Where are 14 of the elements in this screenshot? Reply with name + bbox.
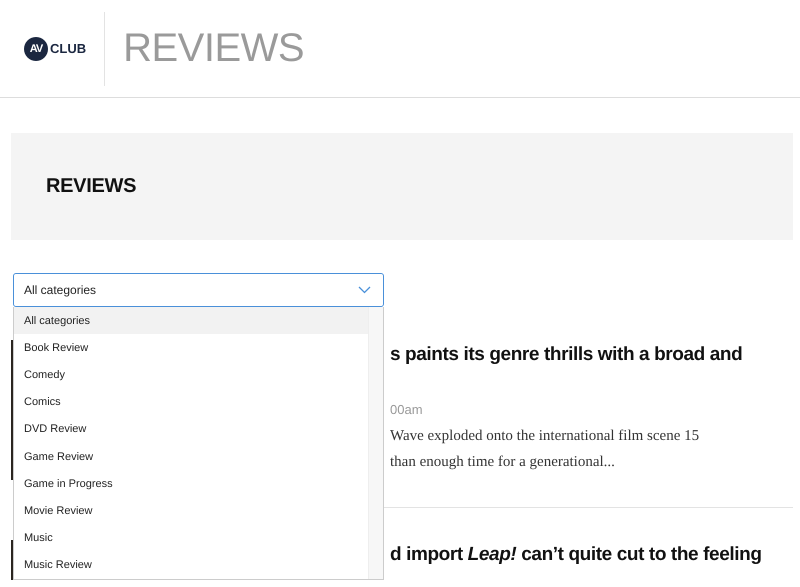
logo-text: CLUB	[50, 41, 86, 56]
chevron-down-icon	[358, 286, 371, 294]
site-logo[interactable]: AV CLUB	[24, 36, 86, 60]
article-meta: 00am	[390, 402, 424, 417]
dropdown-option[interactable]: All categories	[14, 307, 368, 334]
category-select[interactable]: All categories	[13, 273, 384, 307]
article-title[interactable]: d import Leap! can’t quite cut to the feeling	[390, 540, 793, 568]
article-excerpt: than enough time for a generational...	[390, 453, 616, 472]
logo-badge: AV	[24, 36, 48, 60]
banner-title: REVIEWS	[46, 175, 136, 198]
article-excerpt: Wave exploded onto the international film scene 15	[390, 427, 700, 446]
section-title: REVIEWS	[123, 26, 304, 71]
article-title[interactable]: s paints its genre thrills with a broad and	[390, 340, 793, 368]
scrollbar-track[interactable]	[368, 307, 383, 579]
